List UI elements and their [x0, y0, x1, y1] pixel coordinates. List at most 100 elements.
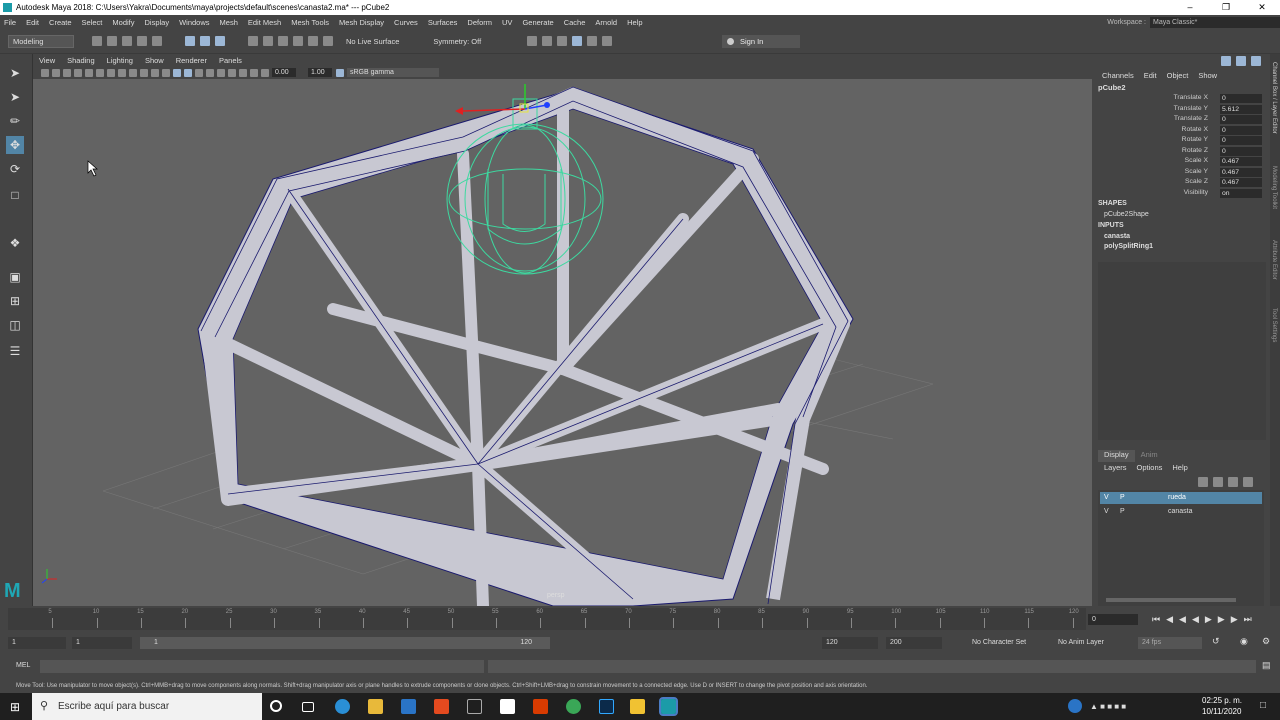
play-forward-icon[interactable]: ▶	[1205, 614, 1212, 625]
cb-row-rotate-y[interactable]: Rotate Y0	[1094, 136, 1270, 146]
office-icon[interactable]	[533, 699, 548, 714]
tool-settings-toggle-icon[interactable]	[1251, 56, 1261, 66]
maya-taskbar-icon[interactable]	[659, 697, 678, 716]
colorspace-dropdown[interactable]: sRGB gamma	[347, 68, 439, 77]
app-red-icon[interactable]	[434, 699, 449, 714]
menu-edit-mesh[interactable]: Edit Mesh	[248, 18, 281, 27]
character-set-dropdown[interactable]: No Character Set	[972, 639, 1026, 646]
attribute-editor-toggle-icon[interactable]	[1236, 56, 1246, 66]
cortana-icon[interactable]	[270, 700, 282, 712]
cb-row-translate-x[interactable]: Translate X0	[1094, 94, 1270, 104]
clock-time[interactable]: 02:25 p. m.	[1202, 696, 1242, 705]
last-tool-icon[interactable]: ❖	[6, 234, 24, 252]
camera-icon[interactable]	[41, 68, 49, 77]
cb-tab-channels[interactable]: Channels	[1102, 71, 1134, 80]
cb-input-item[interactable]: canasta	[1104, 233, 1130, 240]
playback-start-field[interactable]: 1	[72, 637, 132, 649]
anim-start-field[interactable]: 1	[8, 637, 66, 649]
app-lightning-icon[interactable]	[467, 699, 482, 714]
image-plane-icon[interactable]	[74, 68, 82, 77]
safe-title-icon[interactable]	[151, 68, 159, 77]
fps-dropdown[interactable]: 24 fps	[1138, 637, 1202, 649]
chrome-icon[interactable]	[566, 699, 581, 714]
bookmark-icon[interactable]	[63, 68, 71, 77]
layer-menu-options[interactable]: Options	[1137, 463, 1163, 472]
cb-row-scale-z[interactable]: Scale Z 0.467	[1094, 178, 1270, 188]
current-frame-field[interactable]: 0	[1088, 614, 1138, 625]
auto-key-icon[interactable]: ◉	[1240, 636, 1248, 647]
taskbar-search[interactable]: ⚲ Escribe aquí para buscar	[32, 693, 262, 720]
viewport-menu-shading[interactable]: Shading	[67, 56, 95, 65]
clock-date[interactable]: 10/11/2020	[1202, 707, 1241, 716]
smooth-shade-icon[interactable]	[173, 68, 181, 77]
menu-curves[interactable]: Curves	[394, 18, 418, 27]
menu-select[interactable]: Select	[82, 18, 103, 27]
command-language-label[interactable]: MEL	[16, 662, 30, 669]
close-button[interactable]: ✕	[1244, 0, 1280, 15]
perspective-viewport[interactable]: persp	[33, 79, 1092, 606]
hypershade-icon[interactable]	[572, 36, 583, 46]
cb-row-translate-z[interactable]: Translate Z0	[1094, 115, 1270, 125]
new-scene-icon[interactable]	[92, 36, 102, 46]
viewport-menu-renderer[interactable]: Renderer	[176, 56, 207, 65]
rotate-tool-icon[interactable]: ⟳	[6, 160, 24, 178]
select-hierarchy-icon[interactable]	[185, 36, 195, 46]
select-object-icon[interactable]	[200, 36, 210, 46]
render-icon[interactable]	[527, 36, 538, 46]
ipr-render-icon[interactable]	[542, 36, 553, 46]
symmetry-label[interactable]: Symmetry: Off	[433, 37, 481, 46]
minimize-button[interactable]: –	[1172, 0, 1208, 15]
undo-icon[interactable]	[137, 36, 147, 46]
snap-curve-icon[interactable]	[263, 36, 273, 46]
step-back-frame-icon[interactable]: ◀	[1179, 614, 1186, 625]
menu-file[interactable]: File	[4, 18, 16, 27]
menu-mesh-tools[interactable]: Mesh Tools	[291, 18, 329, 27]
command-input[interactable]	[40, 660, 484, 673]
select-tool-icon[interactable]: ➤	[6, 64, 24, 82]
menu-help[interactable]: Help	[627, 18, 642, 27]
isolate-select-icon[interactable]	[250, 68, 258, 77]
cb-row-visibility[interactable]: Visibility on	[1094, 188, 1270, 199]
pause-icon[interactable]	[602, 36, 613, 46]
anim-layer-dropdown[interactable]: No Anim Layer	[1058, 639, 1104, 646]
new-layer-selected-icon[interactable]	[1243, 477, 1253, 487]
cb-tab-object[interactable]: Object	[1167, 71, 1189, 80]
menu-uv[interactable]: UV	[502, 18, 512, 27]
side-tab-attribute-editor[interactable]: Attribute Editor	[1271, 240, 1277, 280]
cb-row-scale-x[interactable]: Scale X 0.467	[1094, 157, 1270, 167]
side-tab-channel-box[interactable]: Channel Box / Layer Editor	[1271, 62, 1277, 134]
paint-select-tool-icon[interactable]: ✏	[6, 112, 24, 130]
tray-icons[interactable]: ▲ ■ ■ ■ ■	[1090, 702, 1126, 711]
redo-icon[interactable]	[152, 36, 162, 46]
layer-menu-help[interactable]: Help	[1172, 463, 1187, 472]
snap-grid-icon[interactable]	[248, 36, 258, 46]
film-gate-icon[interactable]	[96, 68, 104, 77]
side-tab-modeling-toolkit[interactable]: Modeling Toolkit	[1271, 166, 1277, 209]
cb-row-rotate-x[interactable]: Rotate X0	[1094, 125, 1270, 136]
workspace-dropdown[interactable]: Maya Classic*	[1150, 16, 1280, 28]
wireframe-on-shaded-icon[interactable]	[184, 68, 192, 77]
playback-end-field[interactable]: 120	[822, 637, 878, 649]
menu-mesh[interactable]: Mesh	[220, 18, 238, 27]
store-icon[interactable]	[500, 699, 515, 714]
move-tool-icon[interactable]: ✥	[6, 136, 24, 154]
anim-prefs-icon[interactable]: ⚙	[1262, 636, 1270, 647]
sign-in-button[interactable]: Sign In	[722, 35, 800, 48]
color-management-icon[interactable]	[336, 68, 344, 77]
layer-tab-anim[interactable]: Anim	[1135, 450, 1164, 462]
scale-tool-icon[interactable]: □	[6, 186, 24, 204]
help-icon[interactable]	[1068, 699, 1082, 713]
layer-scrollbar[interactable]	[1106, 598, 1236, 602]
script-editor-icon[interactable]: ▤	[1262, 660, 1271, 671]
menu-mesh-display[interactable]: Mesh Display	[339, 18, 384, 27]
notifications-icon[interactable]: □	[1260, 700, 1266, 711]
menu-generate[interactable]: Generate	[522, 18, 553, 27]
viewport-menu-lighting[interactable]: Lighting	[107, 56, 133, 65]
windows-start-icon[interactable]: ⊞	[10, 700, 20, 714]
mail-icon[interactable]	[401, 699, 416, 714]
step-back-key-icon[interactable]: ◀	[1166, 614, 1173, 625]
lasso-tool-icon[interactable]: ➤	[6, 88, 24, 106]
move-layer-down-icon[interactable]	[1213, 477, 1223, 487]
maximize-button[interactable]: ❐	[1208, 0, 1244, 15]
new-layer-icon[interactable]	[1228, 477, 1238, 487]
